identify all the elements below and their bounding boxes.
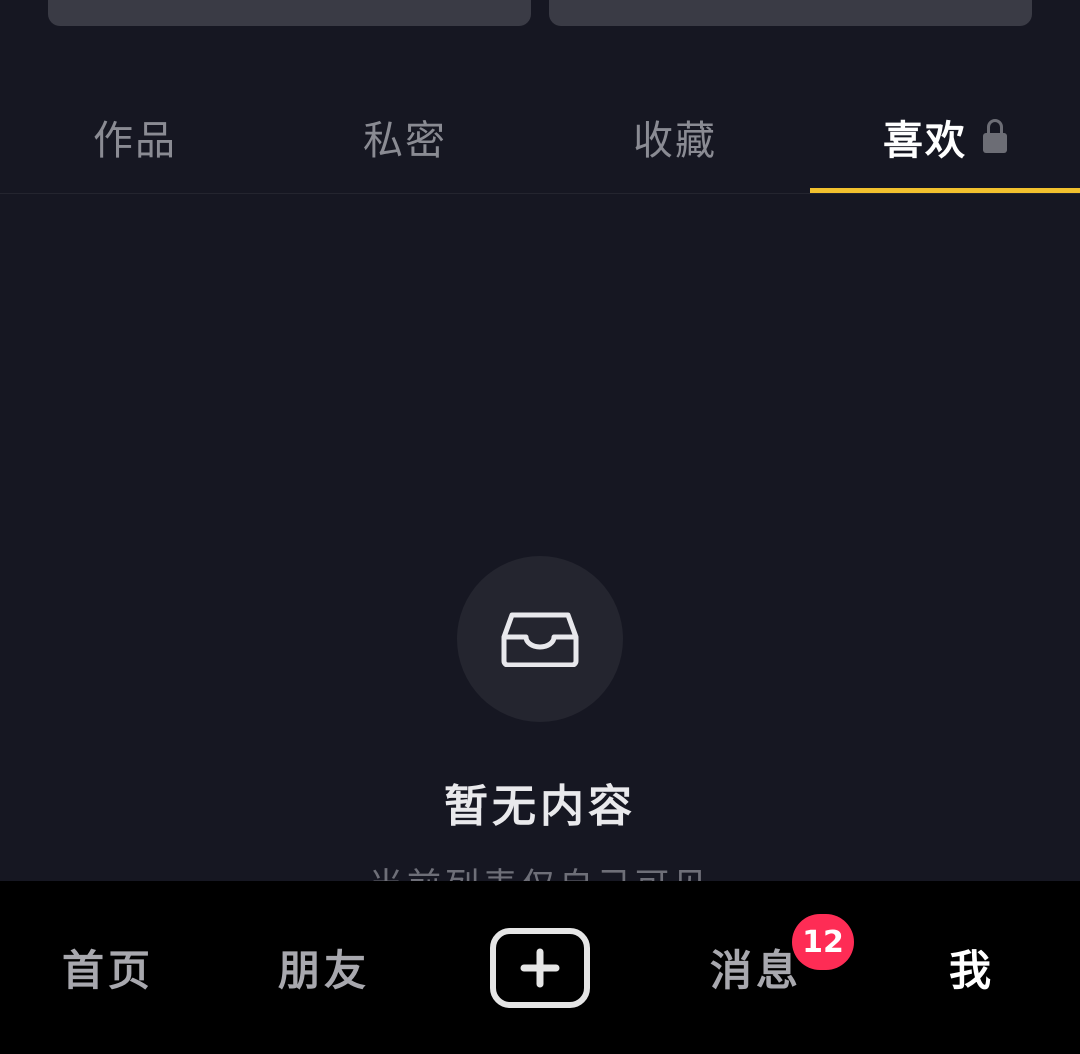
nav-me[interactable]: 我 [864, 881, 1080, 1054]
bottom-navigation: 首页 朋友 消息 我 [0, 881, 1080, 1054]
tab-works[interactable]: 作品 [0, 80, 270, 194]
nav-messages-label: 消息 [709, 946, 802, 995]
tab-likes-label: 喜欢 [883, 118, 967, 164]
tab-private-label: 私密 [363, 118, 447, 164]
lock-icon [983, 119, 1007, 153]
tab-likes[interactable]: 喜欢 [810, 80, 1080, 194]
tab-favorites[interactable]: 收藏 [540, 80, 810, 194]
tab-favorites-label: 收藏 [633, 118, 717, 164]
nav-friends-label: 朋友 [277, 946, 370, 995]
plus-icon [520, 948, 560, 987]
profile-tabs: 作品 私密 收藏 喜欢 [0, 80, 1080, 194]
nav-friends[interactable]: 朋友 [216, 881, 432, 1054]
tab-works-label: 作品 [93, 118, 177, 164]
messages-badge: 12 [792, 914, 854, 970]
empty-state-title: 暂无内容 [444, 781, 636, 832]
empty-state-icon-container [457, 556, 623, 722]
nav-me-label: 我 [948, 946, 995, 995]
nav-home[interactable]: 首页 [0, 881, 216, 1054]
edit-profile-button[interactable] [48, 0, 531, 26]
inbox-icon [501, 612, 579, 667]
profile-screen: 作品 私密 收藏 喜欢 暂无内容 当前列表仅自己可见 首页 朋友 [0, 0, 1080, 1054]
tab-divider [0, 193, 1080, 194]
add-friend-button[interactable] [549, 0, 1032, 26]
tab-private[interactable]: 私密 [270, 80, 540, 194]
nav-create[interactable] [432, 881, 648, 1054]
nav-home-label: 首页 [61, 946, 154, 995]
create-button[interactable] [490, 927, 590, 1008]
